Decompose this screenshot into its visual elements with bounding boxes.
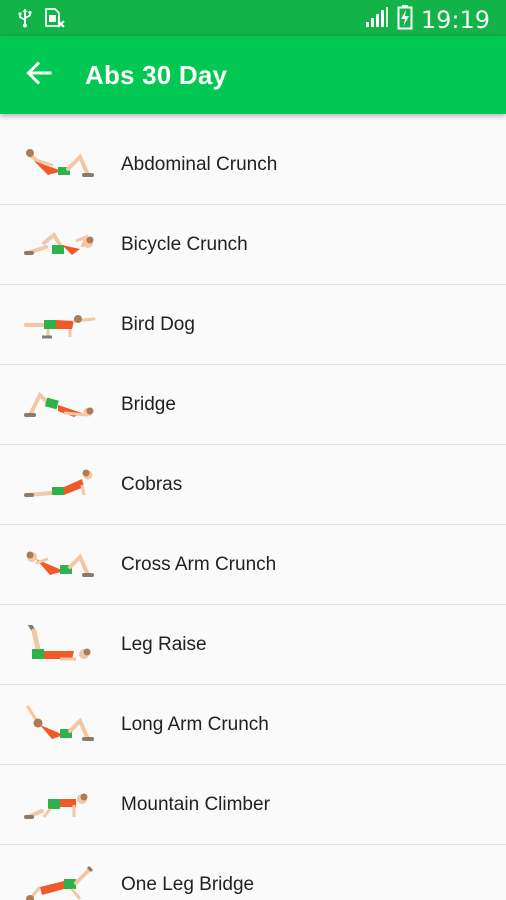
battery-charging-icon — [397, 4, 413, 35]
exercise-row-abdominal-crunch[interactable]: Abdominal Crunch — [0, 114, 506, 205]
sim-card-icon — [44, 7, 66, 34]
status-right-icons: 19:19 — [365, 4, 490, 35]
exercise-row-cross-arm-crunch[interactable]: Cross Arm Crunch — [0, 525, 506, 605]
exercise-label: Mountain Climber — [121, 794, 270, 815]
exercise-thumbnail-icon — [24, 145, 96, 185]
exercise-label: One Leg Bridge — [121, 874, 255, 895]
exercise-thumbnail-icon — [24, 465, 96, 505]
exercise-label: Cobras — [121, 474, 183, 495]
exercise-thumbnail-icon — [24, 865, 96, 900]
status-bar: 19:19 — [0, 0, 506, 36]
exercise-row-bird-dog[interactable]: Bird Dog — [0, 285, 506, 365]
page-title: Abs 30 Day — [85, 60, 228, 90]
exercise-row-bridge[interactable]: Bridge — [0, 365, 506, 445]
usb-icon — [18, 8, 32, 33]
exercise-thumbnail-icon — [24, 623, 96, 665]
exercise-row-long-arm-crunch[interactable]: Long Arm Crunch — [0, 685, 506, 765]
exercise-thumbnail-icon — [24, 225, 96, 265]
exercise-label: Bird Dog — [121, 314, 195, 335]
exercise-thumbnail-icon — [24, 305, 96, 345]
status-time: 19:19 — [420, 5, 490, 34]
exercise-row-leg-raise[interactable]: Leg Raise — [0, 605, 506, 685]
app-bar: Abs 30 Day — [0, 36, 506, 114]
exercise-row-cobras[interactable]: Cobras — [0, 445, 506, 525]
exercise-row-mountain-climber[interactable]: Mountain Climber — [0, 765, 506, 845]
exercise-label: Leg Raise — [121, 634, 207, 655]
exercise-thumbnail-icon — [24, 385, 96, 425]
exercise-label: Abdominal Crunch — [121, 154, 278, 175]
back-button[interactable] — [18, 54, 60, 96]
exercise-list: Abdominal Crunch Bicycle Crunch Bird Dog… — [0, 114, 506, 900]
status-left-icons — [18, 7, 66, 34]
exercise-label: Bicycle Crunch — [121, 234, 248, 255]
arrow-back-icon — [26, 60, 52, 90]
signal-icon — [365, 6, 389, 33]
exercise-label: Long Arm Crunch — [121, 714, 269, 735]
exercise-thumbnail-icon — [24, 545, 96, 585]
exercise-row-bicycle-crunch[interactable]: Bicycle Crunch — [0, 205, 506, 285]
exercise-label: Cross Arm Crunch — [121, 554, 277, 575]
exercise-row-one-leg-bridge[interactable]: One Leg Bridge — [0, 845, 506, 900]
exercise-thumbnail-icon — [24, 785, 96, 825]
exercise-label: Bridge — [121, 394, 176, 415]
exercise-thumbnail-icon — [24, 705, 96, 745]
